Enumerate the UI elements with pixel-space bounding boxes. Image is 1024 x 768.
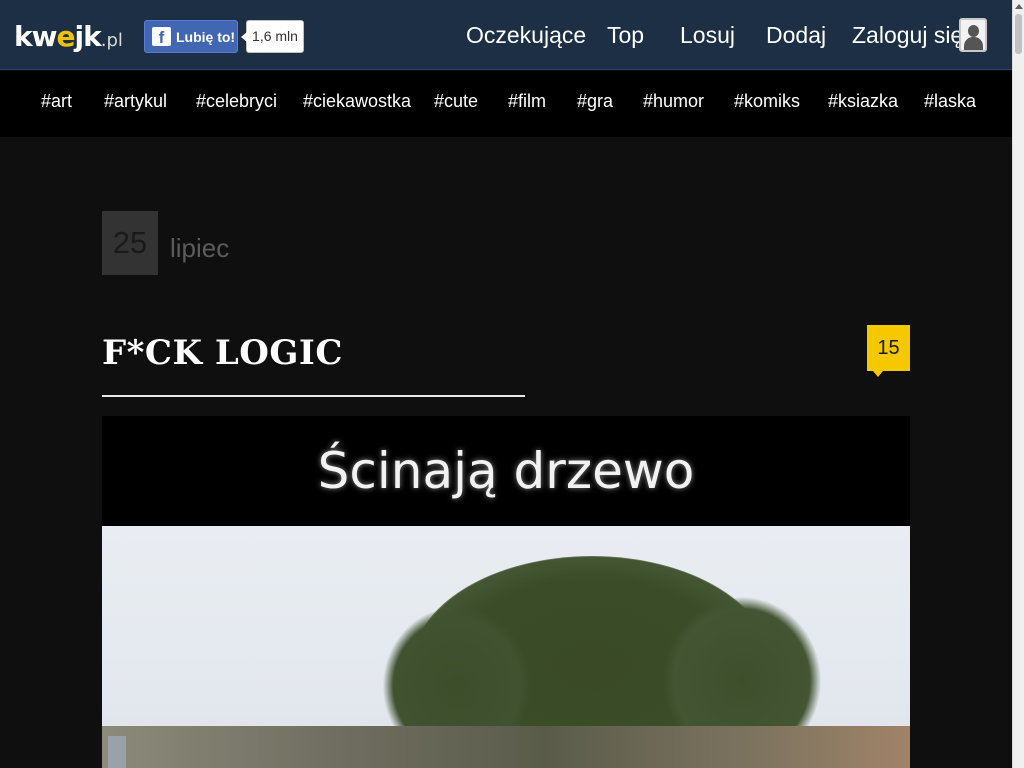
tag-link[interactable]: #cute <box>434 91 478 112</box>
post-date-day: 25 <box>102 211 158 275</box>
tag-link[interactable]: #laska <box>924 91 976 112</box>
tag-link[interactable]: #art <box>41 91 72 112</box>
main-content: 25 lipiec F*CK LOGIC 15 Ścinają drzewo <box>0 137 1012 768</box>
scroll-up-arrow-icon[interactable] <box>1015 4 1023 9</box>
logo-suffix: .pl <box>100 30 123 51</box>
page-scrollbar[interactable] <box>1012 0 1024 768</box>
facebook-like-count: 1,6 mln <box>241 20 304 53</box>
tag-link[interactable]: #artykul <box>104 91 167 112</box>
tag-link[interactable]: #ksiazka <box>828 91 898 112</box>
tag-link[interactable]: #film <box>508 91 546 112</box>
tree-photo <box>102 526 910 768</box>
tag-link[interactable]: #gra <box>577 91 613 112</box>
nav-dodaj[interactable]: Dodaj <box>766 22 826 49</box>
user-body-shape <box>964 37 983 50</box>
meme-caption-band: Ścinają drzewo <box>102 416 910 526</box>
background-landscape <box>102 726 910 768</box>
nav-oczekujace[interactable]: Oczekujące <box>466 22 586 49</box>
tag-link[interactable]: #celebryci <box>196 91 277 112</box>
post-date-month: lipiec <box>170 233 230 263</box>
nav-top[interactable]: Top <box>607 22 644 49</box>
nav-losuj[interactable]: Losuj <box>680 22 735 49</box>
post-title[interactable]: F*CK LOGIC <box>102 333 343 373</box>
logo-text: jk <box>74 20 102 53</box>
user-head-shape <box>968 25 979 37</box>
meme-caption: Ścinają drzewo <box>317 442 695 500</box>
user-avatar-icon[interactable] <box>959 18 987 52</box>
scroll-thumb[interactable] <box>1015 14 1022 54</box>
post-shape <box>108 736 126 768</box>
comments-count-badge[interactable]: 15 <box>867 325 910 377</box>
facebook-f-icon: f <box>152 27 171 47</box>
tag-link[interactable]: #komiks <box>734 91 800 112</box>
tag-bar: #art #artykul #celebryci #ciekawostka #c… <box>0 71 1012 137</box>
top-header: kwejk.pl f Lubię to! 1,6 mln Oczekujące … <box>0 0 1012 70</box>
logo-text: kw <box>14 20 57 53</box>
title-underline <box>102 395 525 397</box>
kwejk-logo[interactable]: kwejk.pl <box>14 20 123 53</box>
post-image[interactable]: Ścinają drzewo <box>102 416 910 768</box>
nav-login[interactable]: Zaloguj się <box>852 22 963 49</box>
logo-text-accent: e <box>56 20 76 53</box>
facebook-like-button[interactable]: f Lubię to! <box>144 20 238 53</box>
tag-link[interactable]: #ciekawostka <box>303 91 411 112</box>
facebook-like-label: Lubię to! <box>176 28 236 45</box>
tag-link[interactable]: #humor <box>643 91 704 112</box>
